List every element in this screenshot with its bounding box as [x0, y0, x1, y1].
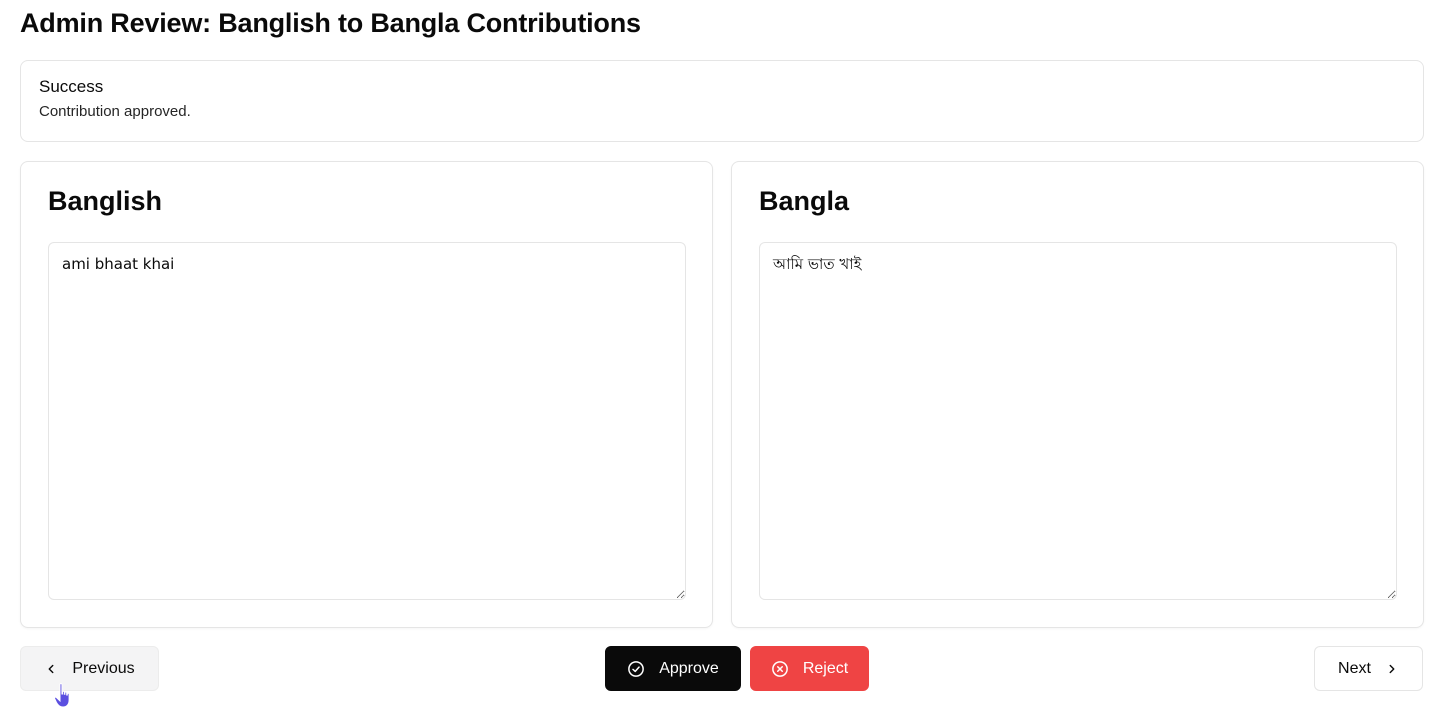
- bangla-textarea[interactable]: আমি ভাত খাই: [759, 242, 1397, 600]
- previous-button[interactable]: Previous: [20, 646, 159, 691]
- banglish-textarea[interactable]: ami bhaat khai: [48, 242, 686, 600]
- bangla-card-title: Bangla: [759, 186, 850, 216]
- reject-button[interactable]: Reject: [750, 646, 869, 691]
- approve-button[interactable]: Approve: [605, 646, 741, 691]
- next-button-label: Next: [1338, 659, 1371, 677]
- page-title: Admin Review: Banglish to Bangla Contrib…: [20, 8, 641, 38]
- approve-button-label: Approve: [659, 659, 719, 677]
- next-button[interactable]: Next: [1314, 646, 1423, 691]
- alert-title: Success: [39, 77, 104, 96]
- banglish-card-title: Banglish: [48, 186, 163, 216]
- success-alert: Success Contribution approved.: [20, 60, 1424, 142]
- x-circle-icon: [771, 660, 789, 678]
- reject-button-label: Reject: [802, 659, 849, 677]
- banglish-card: Banglish ami bhaat khai: [20, 161, 713, 628]
- bangla-card: Bangla আমি ভাত খাই: [731, 161, 1424, 628]
- alert-description: Contribution approved.: [39, 103, 191, 120]
- chevron-left-icon: [44, 662, 58, 676]
- hand-pointer-icon: [53, 682, 77, 710]
- previous-button-label: Previous: [72, 659, 135, 677]
- admin-review-page: Admin Review: Banglish to Bangla Contrib…: [0, 0, 1438, 714]
- chevron-right-icon: [1385, 662, 1399, 676]
- check-circle-icon: [627, 660, 645, 678]
